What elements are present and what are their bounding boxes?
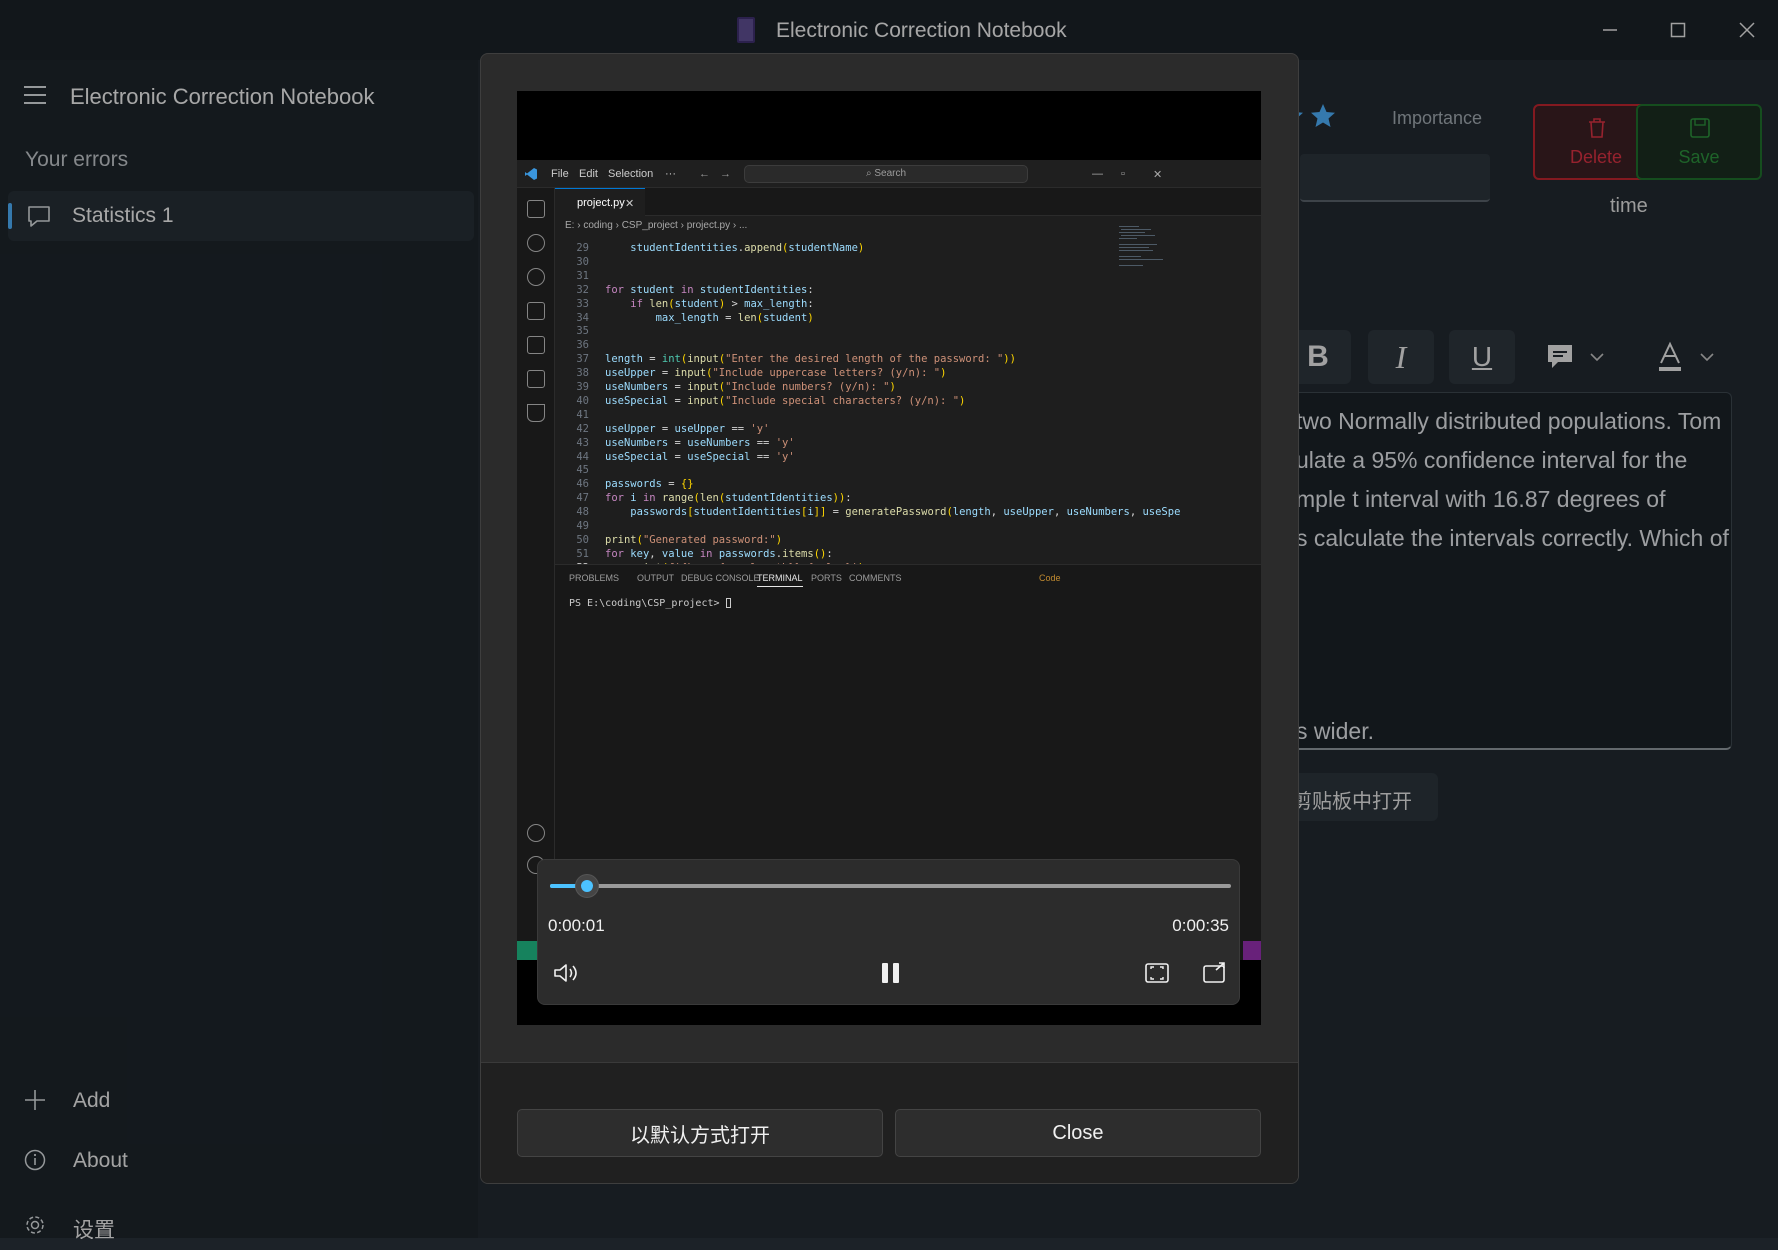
testing-icon <box>527 404 545 422</box>
code-line: for i in range(len(studentIdentities)): <box>605 492 852 505</box>
code-line: if len(student) > max_length: <box>630 297 814 310</box>
code-line: passwords[studentIdentities[i]] = genera… <box>630 506 1181 519</box>
app-window: Electronic Correction Notebook Electroni… <box>0 0 1778 1242</box>
open-default-button[interactable]: 以默认方式打开 <box>517 1109 883 1157</box>
video-frame-vscode: File Edit Selection ··· ← → ⌕ Search — ▫… <box>517 160 1261 960</box>
tab-label: project.py <box>577 197 625 209</box>
line-number: 46 <box>576 478 589 491</box>
code-line: for key, value in passwords.items(): <box>605 547 833 560</box>
panel-tab-comments: COMMENTS <box>849 573 902 583</box>
panel-tab-terminal: TERMINAL <box>757 573 803 587</box>
video-player[interactable]: File Edit Selection ··· ← → ⌕ Search — ▫… <box>517 91 1261 1025</box>
code-line: max_length = len(student) <box>655 311 814 324</box>
minimize-icon: — <box>1092 168 1103 180</box>
search-placeholder: Search <box>874 168 907 179</box>
line-number: 33 <box>576 297 589 310</box>
forward-arrow-icon: → <box>720 168 731 180</box>
account-icon <box>527 824 545 842</box>
code-line: useUpper = useUpper == 'y' <box>605 422 770 435</box>
line-number: 36 <box>576 339 589 352</box>
line-number: 45 <box>576 464 589 477</box>
current-time: 0:00:01 <box>548 916 605 935</box>
code-line: passwords = {} <box>605 478 694 491</box>
line-number: 48 <box>576 506 589 519</box>
close-dialog-button[interactable]: Close <box>895 1109 1261 1157</box>
video-dialog: File Edit Selection ··· ← → ⌕ Search — ▫… <box>480 53 1299 1184</box>
code-line: useNumbers = input("Include numbers? (y/… <box>605 381 896 393</box>
vscode-logo-icon <box>525 168 537 180</box>
notification-indicator <box>1243 941 1261 960</box>
line-number: 42 <box>576 422 589 435</box>
menu-edit: Edit <box>579 168 598 180</box>
terminal-name: Code <box>1039 573 1061 583</box>
line-number: 39 <box>576 381 589 393</box>
panel-tab-ports: PORTS <box>811 573 842 583</box>
panel-tab-problems: PROBLEMS <box>569 573 620 583</box>
code-line: studentIdentities.append(studentName) <box>630 242 865 254</box>
vscode-activity-bar <box>517 188 555 960</box>
close-icon: ✕ <box>1153 169 1163 181</box>
maximize-icon: ▫ <box>1121 168 1125 180</box>
extensions-icon <box>527 302 545 320</box>
fit-screen-icon[interactable] <box>1144 961 1170 985</box>
line-number: 34 <box>576 311 589 324</box>
line-number: 41 <box>576 408 589 421</box>
code-line: useUpper = input("Include uppercase lett… <box>605 367 947 380</box>
minimap <box>1115 224 1165 554</box>
breadcrumb: E: › coding › CSP_project › project.py ›… <box>565 220 748 231</box>
pause-icon[interactable] <box>880 961 902 985</box>
line-number: 31 <box>576 269 589 282</box>
line-number: 47 <box>576 492 589 505</box>
line-number: 32 <box>576 283 589 296</box>
code-line: print("Generated password:") <box>605 533 783 546</box>
menu-file: File <box>551 168 569 180</box>
code-line: length = int(input("Enter the desired le… <box>605 353 1016 366</box>
explorer-icon <box>527 200 545 218</box>
terminal-output: PS E:\coding\CSP_project> <box>569 598 731 609</box>
line-number: 30 <box>576 255 589 268</box>
line-number: 50 <box>576 533 589 546</box>
line-number: 44 <box>576 450 589 463</box>
line-number: 40 <box>576 394 589 407</box>
menu-more: ··· <box>665 168 676 180</box>
code-line: for student in studentIdentities: <box>605 283 814 296</box>
total-time: 0:00:35 <box>1172 916 1229 935</box>
line-number: 49 <box>576 520 589 532</box>
panel-tab-output: OUTPUT <box>637 573 674 583</box>
line-number: 43 <box>576 436 589 449</box>
vscode-titlebar: File Edit Selection ··· ← → ⌕ Search — ▫… <box>517 160 1261 188</box>
remote-indicator <box>517 941 537 960</box>
code-line: useNumbers = useNumbers == 'y' <box>605 436 795 449</box>
code-line: useSpecial = input("Include special char… <box>605 394 966 407</box>
volume-icon[interactable] <box>552 961 582 985</box>
line-number: 35 <box>576 325 589 338</box>
tab-project-py: project.py ✕ <box>555 188 645 216</box>
line-number: 51 <box>576 547 589 560</box>
player-controls: 0:00:01 0:00:35 <box>537 859 1240 1005</box>
back-arrow-icon: ← <box>699 168 710 180</box>
run-debug-icon <box>527 336 545 354</box>
remote-explorer-icon <box>527 370 545 388</box>
line-number: 29 <box>576 242 589 254</box>
line-number: 38 <box>576 367 589 380</box>
dialog-footer: 以默认方式打开 Close <box>481 1062 1298 1183</box>
menu-selection: Selection <box>608 168 654 180</box>
panel-tab-debug-console: DEBUG CONSOLE <box>681 573 760 583</box>
editor-tabs: project.py ✕ <box>555 188 1261 216</box>
vscode-search: ⌕ Search <box>744 165 1028 183</box>
cast-icon[interactable] <box>1202 961 1228 985</box>
close-icon: ✕ <box>625 198 635 210</box>
seek-bar[interactable] <box>550 884 1231 888</box>
seek-thumb[interactable] <box>575 874 600 898</box>
source-control-icon <box>527 268 545 286</box>
code-line: useSpecial = useSpecial == 'y' <box>605 450 795 463</box>
search-icon <box>527 234 545 252</box>
line-number: 37 <box>576 353 589 366</box>
